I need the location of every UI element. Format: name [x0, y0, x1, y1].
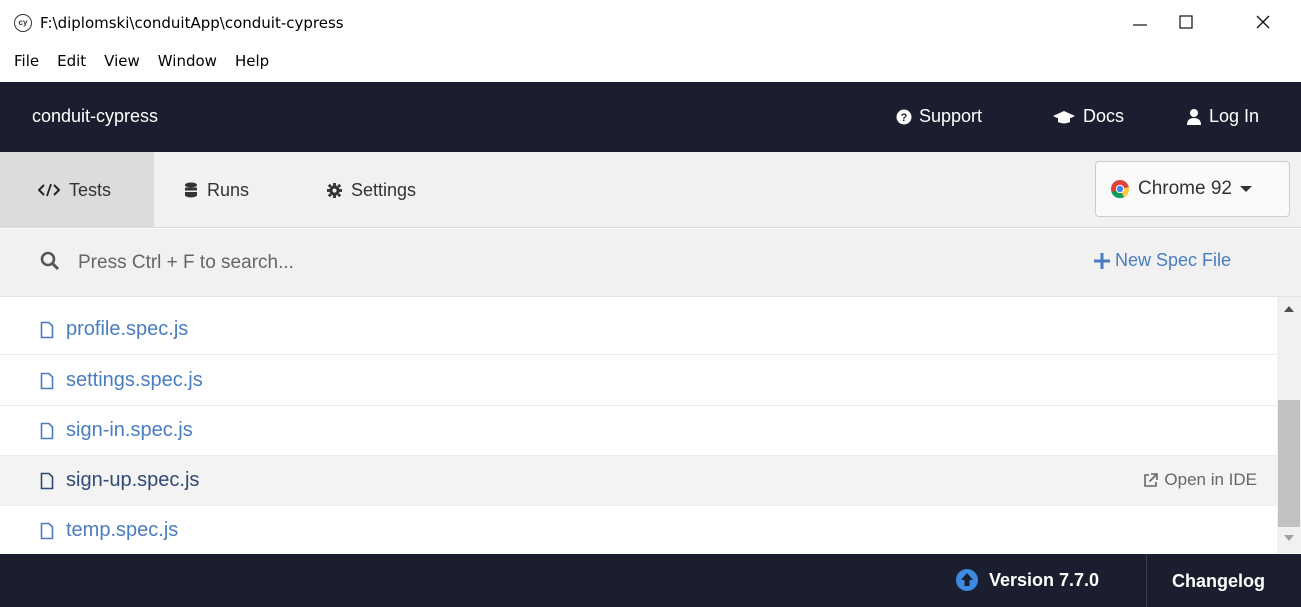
user-icon [1187, 108, 1201, 125]
gear-icon [327, 182, 342, 198]
tab-runs[interactable]: Runs [184, 152, 249, 228]
spec-item-sign-in[interactable]: sign-in.spec.js [0, 406, 1277, 456]
version-button[interactable]: Version 7.7.0 [955, 568, 1099, 592]
open-in-ide-label: Open in IDE [1164, 470, 1257, 489]
close-button[interactable] [1240, 8, 1286, 36]
project-name: conduit-cypress [32, 106, 159, 126]
tab-tests-label: Tests [69, 179, 112, 200]
file-icon [40, 372, 54, 389]
maximize-icon [1179, 15, 1193, 29]
support-label: Support [919, 106, 983, 126]
browser-select-button[interactable]: Chrome 92 [1095, 161, 1290, 217]
new-spec-label: New Spec File [1115, 250, 1232, 270]
external-link-icon [1144, 472, 1159, 487]
svg-text:?: ? [901, 112, 908, 124]
search-icon [40, 251, 60, 271]
spec-name: sign-up.spec.js [66, 469, 200, 491]
tab-runs-label: Runs [207, 179, 250, 200]
open-in-ide-button[interactable]: Open in IDE [1143, 470, 1257, 490]
docs-link[interactable]: Docs [1052, 106, 1124, 127]
file-icon [40, 321, 54, 338]
spec-list: profile.spec.js settings.spec.js sign-in… [0, 305, 1277, 553]
scroll-up-arrow-icon[interactable] [1284, 306, 1294, 312]
login-label: Log In [1209, 106, 1260, 126]
spec-name: sign-in.spec.js [66, 419, 193, 441]
menu-file[interactable]: File [14, 52, 45, 76]
support-link[interactable]: ? Support [896, 106, 982, 127]
scrollbar-thumb[interactable] [1278, 400, 1300, 527]
plus-icon [1094, 252, 1110, 269]
login-link[interactable]: Log In [1186, 106, 1259, 127]
footer-divider [1146, 554, 1147, 607]
spec-name: settings.spec.js [66, 369, 203, 391]
spec-item-profile[interactable]: profile.spec.js [0, 305, 1277, 355]
search-input[interactable] [78, 247, 778, 279]
window-title: F:\diplomski\conduitApp\conduit-cypress [40, 14, 344, 32]
question-circle-icon: ? [896, 109, 912, 124]
caret-down-icon [1240, 186, 1252, 192]
chrome-icon [1111, 180, 1130, 199]
menu-window[interactable]: Window [158, 52, 223, 76]
browser-label: Chrome 92 [1138, 178, 1232, 199]
new-spec-file-button[interactable]: New Spec File [1094, 250, 1231, 271]
menu-view[interactable]: View [104, 52, 146, 76]
maximize-button[interactable] [1163, 8, 1209, 36]
changelog-link[interactable]: Changelog [1172, 571, 1265, 592]
spec-item-temp[interactable]: temp.spec.js [0, 506, 1277, 553]
close-icon [1256, 15, 1270, 29]
window-titlebar: cy F:\diplomski\conduitApp\conduit-cypre… [0, 0, 1301, 44]
minimize-icon [1133, 24, 1147, 26]
spec-item-settings[interactable]: settings.spec.js [0, 356, 1277, 406]
file-icon [40, 472, 54, 489]
update-arrow-icon [956, 569, 978, 591]
file-icon [40, 522, 54, 539]
minimize-button[interactable] [1117, 8, 1163, 36]
menu-edit[interactable]: Edit [57, 52, 92, 76]
app-header: conduit-cypress ? Support Docs Log In [0, 82, 1301, 152]
version-label: Version 7.7.0 [989, 569, 1100, 590]
cypress-app-icon: cy [14, 14, 32, 32]
spec-name: profile.spec.js [66, 318, 189, 340]
spec-item-sign-up[interactable]: sign-up.spec.js Open in IDE [0, 456, 1277, 506]
scroll-down-arrow-icon[interactable] [1284, 535, 1294, 541]
code-icon [38, 183, 60, 197]
tab-settings-label: Settings [351, 179, 417, 200]
database-icon [185, 182, 197, 198]
app-footer: Version 7.7.0 Changelog [0, 554, 1301, 607]
menu-bar: File Edit View Window Help [0, 52, 1301, 76]
graduation-cap-icon [1053, 110, 1075, 123]
menu-help[interactable]: Help [235, 52, 275, 76]
tab-settings[interactable]: Settings [327, 152, 416, 228]
tab-tests[interactable]: Tests [0, 152, 154, 228]
file-icon [40, 422, 54, 439]
spec-name: temp.spec.js [66, 519, 179, 541]
docs-label: Docs [1083, 106, 1125, 126]
